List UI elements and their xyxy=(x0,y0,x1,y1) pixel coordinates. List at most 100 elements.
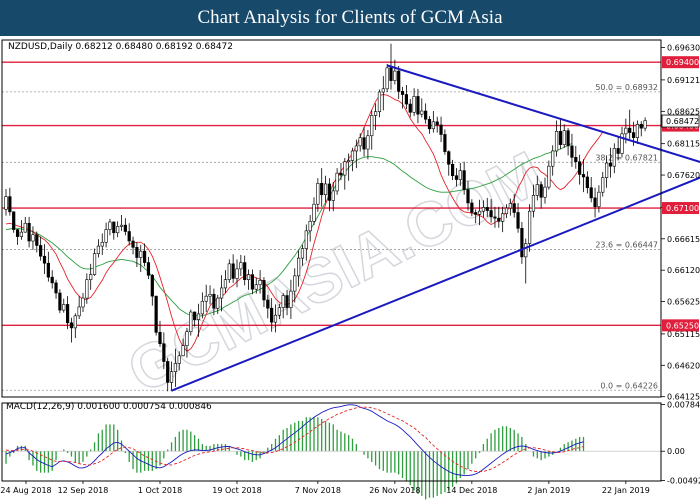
candle-body xyxy=(470,202,474,213)
candle-body xyxy=(131,240,135,248)
candle-body xyxy=(335,172,339,192)
candle-body xyxy=(189,311,193,332)
fib-label-3: 0.0 = 0.64226 xyxy=(600,381,658,390)
candle-body xyxy=(366,135,370,150)
candle-body xyxy=(154,295,158,333)
candle-body xyxy=(508,203,512,209)
candle-body xyxy=(458,170,462,180)
candle-body xyxy=(327,183,332,201)
candle-body xyxy=(223,279,228,289)
candle-body xyxy=(551,150,555,167)
candle-body xyxy=(127,231,131,242)
candle-body xyxy=(562,130,566,145)
candle-body xyxy=(239,262,243,270)
current-price-label: 0.68472 xyxy=(666,117,699,126)
candle-body xyxy=(281,295,285,308)
candle-body xyxy=(158,332,162,345)
candle-body xyxy=(123,224,127,232)
candle-body xyxy=(481,207,486,212)
candle-body xyxy=(46,262,50,278)
macd-y-tick-label: 0.007849 xyxy=(667,400,700,409)
x-tick-label: 7 Nov 2018 xyxy=(295,486,341,495)
candle-body xyxy=(358,137,362,147)
candle-body xyxy=(331,190,335,201)
candle-body xyxy=(539,184,543,198)
candle-body xyxy=(300,248,305,259)
candle-body xyxy=(227,263,231,280)
candle-body xyxy=(558,131,562,145)
candle-body xyxy=(85,279,89,299)
candle-body xyxy=(377,91,382,112)
candle-body xyxy=(520,228,524,258)
candle-body xyxy=(424,110,428,120)
candle-body xyxy=(81,297,85,308)
candle-body xyxy=(608,162,613,167)
x-tick-label: 1 Oct 2018 xyxy=(138,486,182,495)
chart-area: 50.0 = 0.68932 38.2 = 0.67821 23.6 = 0.664… xyxy=(0,36,700,500)
candle-body xyxy=(543,186,547,198)
candle-body xyxy=(320,183,324,196)
x-tick-label: 14 Dec 2018 xyxy=(446,486,497,495)
candle-body xyxy=(493,216,497,219)
candle-body xyxy=(181,345,185,357)
candle-body xyxy=(578,161,582,175)
candle-body xyxy=(535,184,539,196)
candle-body xyxy=(92,253,97,275)
candle-body xyxy=(108,221,112,230)
x-tick-label: 22 Jan 2019 xyxy=(602,486,650,495)
candle-body xyxy=(204,295,208,302)
candle-body xyxy=(289,290,293,308)
candle-body xyxy=(585,176,589,189)
x-tick-label: 19 Oct 2018 xyxy=(212,486,261,495)
candle-body xyxy=(285,295,289,308)
macd-y-tick-label: 0.00 xyxy=(667,447,685,456)
candle-body xyxy=(362,137,366,150)
candle-body xyxy=(258,280,262,286)
candle-body xyxy=(208,293,212,297)
level-price-label: 0.65250 xyxy=(666,321,699,330)
x-tick-label: 24 Aug 2018 xyxy=(0,486,51,495)
fib-label-0: 50.0 = 0.68932 xyxy=(595,83,658,92)
candle-body xyxy=(246,274,251,280)
candle-body xyxy=(339,172,343,176)
y-tick-label: 0.69630 xyxy=(667,44,700,53)
y-tick-label: 0.66120 xyxy=(667,266,700,275)
x-tick-label: 2 Jan 2019 xyxy=(527,486,570,495)
candle-body xyxy=(173,363,178,372)
candle-body xyxy=(54,282,58,294)
candle-body xyxy=(270,307,274,323)
candle-body xyxy=(243,262,247,280)
macd-y-tick-label: -0.004921 xyxy=(667,477,700,486)
candle-body xyxy=(312,203,316,222)
candle-body xyxy=(39,245,43,257)
candle-body xyxy=(308,221,312,232)
candle-body xyxy=(408,103,412,113)
candle-body xyxy=(477,210,482,215)
candle-body xyxy=(343,161,347,176)
candle-body xyxy=(385,67,389,90)
candle-body xyxy=(589,187,593,199)
candle-body xyxy=(393,70,397,81)
candle-body xyxy=(143,250,147,263)
candle-body xyxy=(212,293,216,309)
candle-body xyxy=(489,210,493,218)
symbol-info: NZDUSD,Daily 0.68212 0.68480 0.68192 0.6… xyxy=(8,42,233,52)
y-tick-label: 0.65625 xyxy=(667,298,700,307)
candle-body xyxy=(15,229,20,237)
candle-body xyxy=(566,130,570,147)
candle-body xyxy=(443,134,447,152)
candle-body xyxy=(69,322,74,329)
candle-body xyxy=(593,197,597,208)
candle-body xyxy=(581,174,586,178)
candle-body xyxy=(112,221,116,234)
candle-body xyxy=(200,300,204,315)
candle-body xyxy=(166,361,170,383)
candle-body xyxy=(96,245,100,254)
candle-body xyxy=(404,94,409,105)
candle-body xyxy=(12,211,16,230)
candle-body xyxy=(27,222,31,242)
candle-body xyxy=(466,189,470,204)
candle-body xyxy=(323,183,328,196)
candle-body xyxy=(512,203,516,213)
candle-body xyxy=(612,148,616,167)
